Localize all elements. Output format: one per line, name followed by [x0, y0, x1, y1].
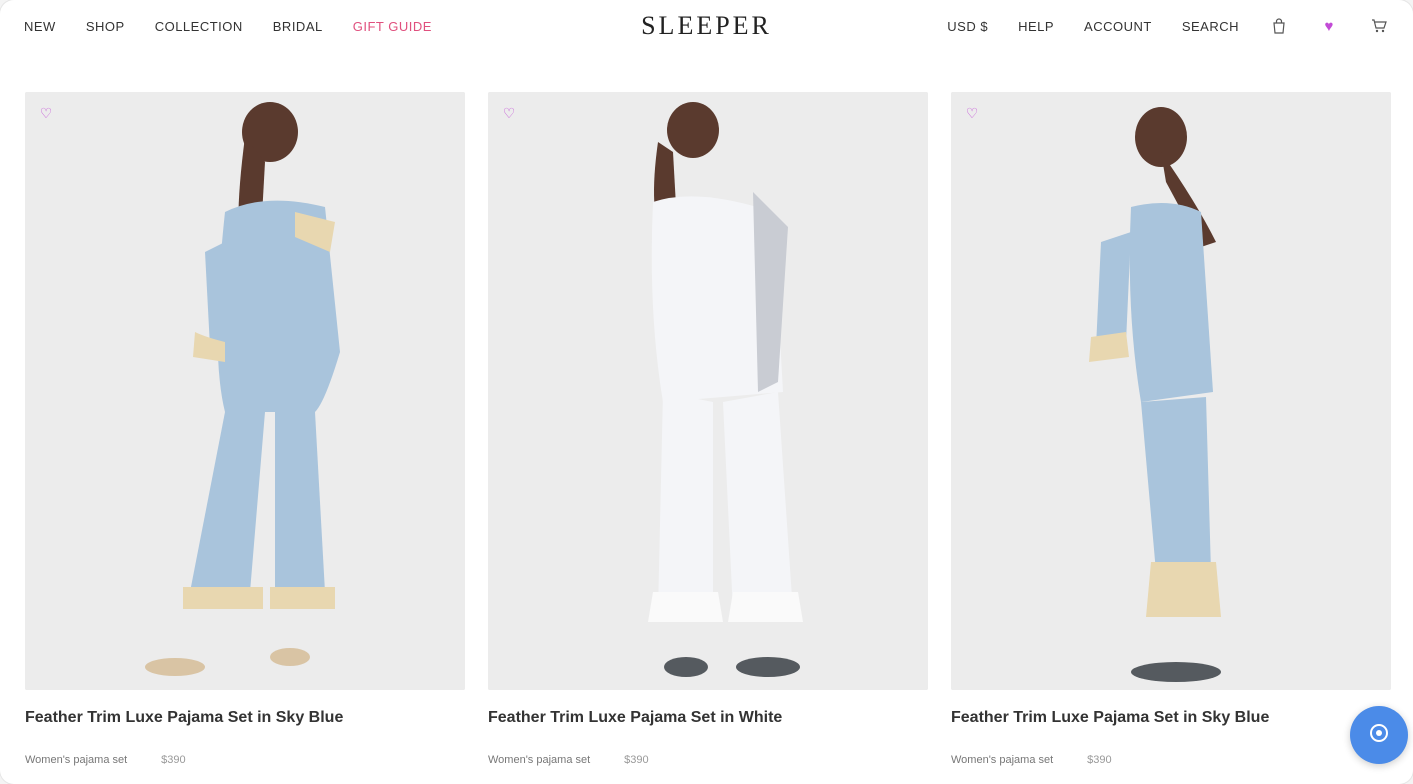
cart-icon[interactable]	[1369, 16, 1389, 36]
product-meta: Women's pajama set $390	[951, 754, 1391, 766]
nav-collection[interactable]: Collection	[155, 19, 243, 34]
product-title[interactable]: Feather Trim Luxe Pajama Set in Sky Blue	[25, 708, 445, 748]
product-image[interactable]: ♡	[488, 92, 928, 690]
nav-right: USD $ Help Account Search ♥	[947, 16, 1389, 36]
product-subtitle: Women's pajama set	[25, 754, 128, 766]
product-title[interactable]: Feather Trim Luxe Pajama Set in Sky Blue	[951, 708, 1371, 748]
wishlist-heart-icon[interactable]: ♥	[1319, 16, 1339, 36]
page: New Shop Collection Bridal Gift Guide SL…	[0, 0, 1413, 784]
product-title[interactable]: Feather Trim Luxe Pajama Set in White	[488, 708, 908, 748]
wishlist-heart-icon[interactable]: ♡	[500, 104, 518, 122]
model-photo-sky-blue	[25, 92, 465, 690]
nav-left: New Shop Collection Bridal Gift Guide	[24, 19, 432, 34]
wishlist-heart-icon[interactable]: ♡	[963, 104, 981, 122]
model-photo-white	[488, 92, 928, 690]
product-subtitle: Women's pajama set	[488, 754, 591, 766]
currency-selector[interactable]: USD $	[947, 19, 988, 34]
product-price: $390	[161, 754, 186, 766]
product-meta: Women's pajama set $390	[25, 754, 465, 766]
wishlist-heart-icon[interactable]: ♡	[37, 104, 55, 122]
nav-help[interactable]: Help	[1018, 19, 1054, 34]
chat-button[interactable]	[1350, 706, 1408, 764]
product-card[interactable]: ♡ Feather Trim Luxe Pajama Set in Sky Bl…	[951, 92, 1391, 766]
nav-bridal[interactable]: Bridal	[273, 19, 323, 34]
product-image[interactable]: ♡	[25, 92, 465, 690]
product-price: $390	[624, 754, 649, 766]
nav-new[interactable]: New	[24, 19, 56, 34]
product-meta: Women's pajama set $390	[488, 754, 928, 766]
product-card[interactable]: ♡ Feather Trim Luxe Pajama Set in White	[488, 92, 928, 766]
product-price: $390	[1087, 754, 1112, 766]
nav-search[interactable]: Search	[1182, 19, 1239, 34]
product-card[interactable]: ♡ Feather Trim Luxe Pajama Set in Sky Bl…	[25, 92, 465, 766]
nav-shop[interactable]: Shop	[86, 19, 125, 34]
model-photo-sky-blue-side	[951, 92, 1391, 690]
product-subtitle: Women's pajama set	[951, 754, 1054, 766]
product-image[interactable]: ♡	[951, 92, 1391, 690]
nav-gift-guide[interactable]: Gift Guide	[353, 19, 432, 34]
nav-account[interactable]: Account	[1084, 19, 1152, 34]
chat-icon	[1367, 721, 1391, 750]
brand-logo[interactable]: SLEEPER	[641, 11, 772, 41]
site-header: New Shop Collection Bridal Gift Guide SL…	[0, 0, 1413, 52]
bag-icon[interactable]	[1269, 16, 1289, 36]
product-grid: ♡ Feather Trim Luxe Pajama Set in Sky Bl…	[25, 92, 1391, 766]
